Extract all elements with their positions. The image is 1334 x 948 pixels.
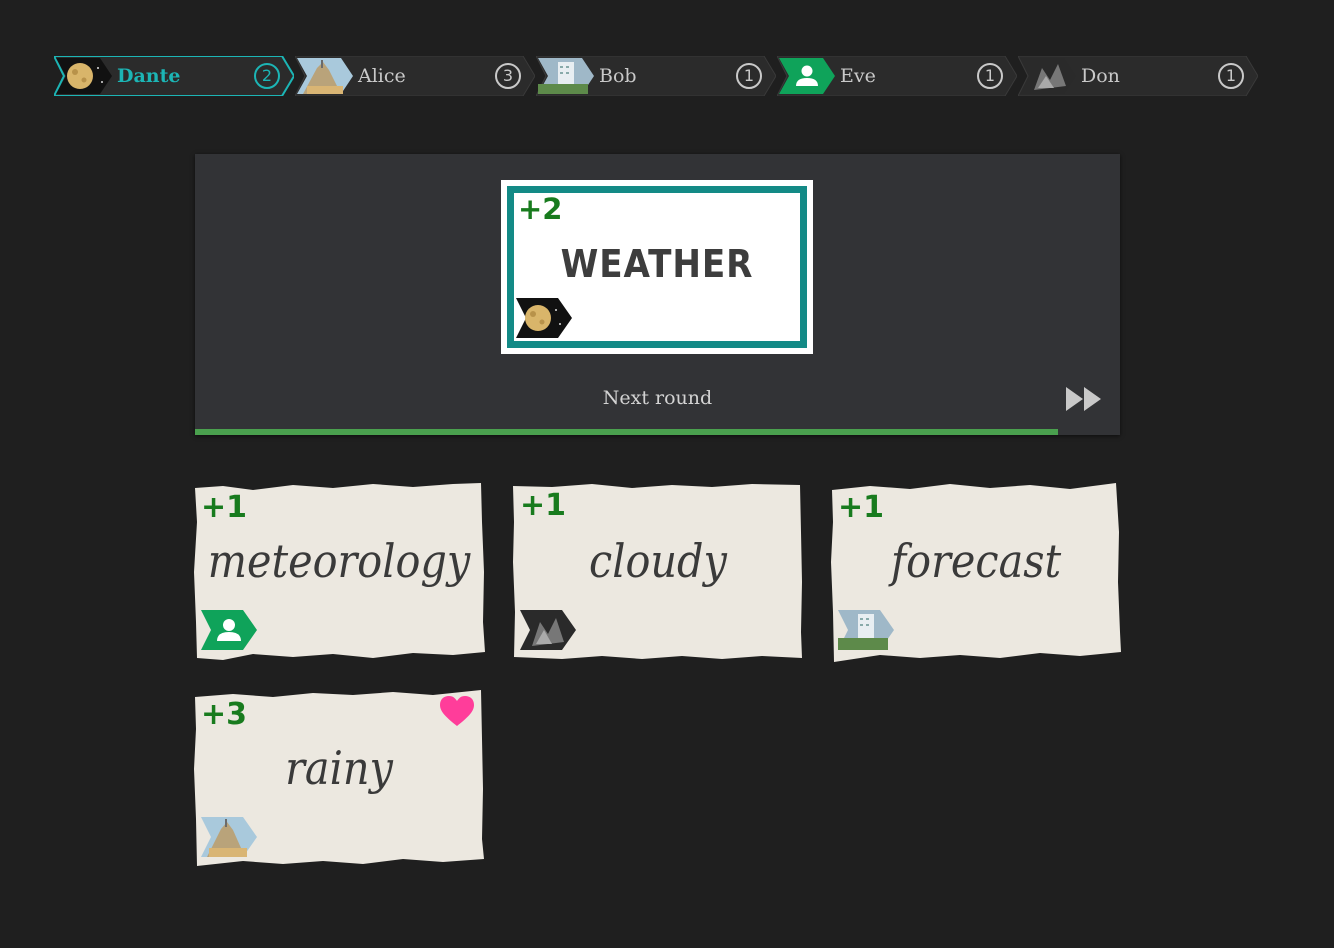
answer-card[interactable]: +1 forecast xyxy=(830,482,1122,662)
answer-word: forecast xyxy=(890,534,1062,588)
player-score-badge: 3 xyxy=(495,63,521,89)
answer-points: +1 xyxy=(838,490,885,525)
answer-word: cloudy xyxy=(589,534,727,588)
player-bar: Dante 2 Alice 3 Bob 1 Eve 1 Don 1 xyxy=(54,56,1264,96)
round-board: +2 WEATHER Next round xyxy=(195,154,1120,435)
next-round-label: Next round xyxy=(602,387,713,409)
answer-points: +1 xyxy=(201,490,248,525)
rock-photo-icon xyxy=(1020,58,1076,94)
moon-icon xyxy=(56,58,112,94)
round-progress-fill xyxy=(195,429,1059,435)
answer-word: rainy xyxy=(285,741,393,795)
castle-photo-icon xyxy=(201,817,257,857)
player-tab-dante[interactable]: Dante 2 xyxy=(54,56,294,96)
player-score-badge: 1 xyxy=(1218,63,1244,89)
player-score-badge: 1 xyxy=(977,63,1003,89)
moon-icon xyxy=(516,298,572,338)
prompt-word: WEATHER xyxy=(560,242,754,286)
rock-photo-icon xyxy=(520,610,576,650)
round-progress-bar xyxy=(195,429,1120,435)
player-tab-don[interactable]: Don 1 xyxy=(1018,56,1258,96)
answer-card[interactable]: +3 rainy xyxy=(193,689,485,869)
fast-forward-icon[interactable] xyxy=(1064,384,1104,414)
castle-photo-icon xyxy=(297,58,353,94)
player-name: Dante xyxy=(117,65,181,87)
answer-card[interactable]: +1 meteorology xyxy=(193,482,485,662)
prompt-card: +2 WEATHER xyxy=(501,180,813,354)
answer-card[interactable]: +1 cloudy xyxy=(512,482,804,662)
heart-icon[interactable] xyxy=(439,695,475,727)
player-name: Eve xyxy=(840,65,876,87)
building-photo-icon xyxy=(838,610,894,650)
person-icon xyxy=(779,58,835,94)
answer-points: +3 xyxy=(201,697,248,732)
player-tab-bob[interactable]: Bob 1 xyxy=(536,56,776,96)
prompt-points: +2 xyxy=(518,192,563,226)
player-tab-alice[interactable]: Alice 3 xyxy=(295,56,535,96)
player-score-badge: 1 xyxy=(736,63,762,89)
player-name: Don xyxy=(1081,65,1120,87)
answer-points: +1 xyxy=(520,488,567,523)
building-photo-icon xyxy=(538,58,594,94)
player-score-badge: 2 xyxy=(254,63,280,89)
player-name: Alice xyxy=(358,65,406,87)
answer-word: meteorology xyxy=(207,534,471,588)
player-tab-eve[interactable]: Eve 1 xyxy=(777,56,1017,96)
player-name: Bob xyxy=(599,65,637,87)
person-icon xyxy=(201,610,257,650)
